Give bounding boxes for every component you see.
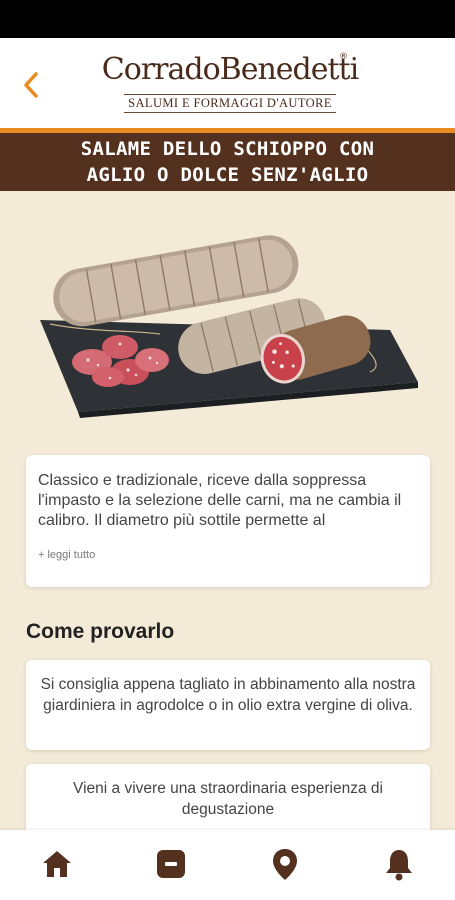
- nav-location[interactable]: [267, 846, 303, 882]
- product-title: SALAME DELLO SCHIOPPO CON AGLIO O DOLCE …: [81, 136, 374, 188]
- serving-tip-card: Si consiglia appena tagliato in abbiname…: [26, 660, 430, 750]
- app-header: CorradoBenedetti ® SALUMI E FORMAGGI D'A…: [0, 38, 455, 130]
- product-image: [30, 212, 430, 422]
- product-title-line-1: SALAME DELLO SCHIOPPO CON: [80, 138, 375, 160]
- registered-mark: ®: [339, 52, 348, 62]
- brand-name: CorradoBenedetti: [101, 52, 359, 87]
- serving-tip-text: Si consiglia appena tagliato in abbiname…: [40, 676, 416, 714]
- product-description: Classico e tradizionale, riceve dalla so…: [38, 472, 402, 529]
- experience-text: Vieni a vivere una straordinaria esperie…: [73, 780, 383, 818]
- brand-logo: CorradoBenedetti ® SALUMI E FORMAGGI D'A…: [100, 48, 360, 126]
- home-icon: [43, 851, 71, 877]
- nav-catalog[interactable]: [153, 846, 189, 882]
- read-more-link[interactable]: + leggi tutto: [38, 549, 95, 561]
- description-card: Classico e tradizionale, riceve dalla so…: [26, 455, 430, 587]
- nav-home[interactable]: [39, 846, 75, 882]
- location-pin-icon: [273, 849, 297, 880]
- how-to-heading: Come provarlo: [26, 620, 175, 643]
- product-title-line-2: AGLIO O DOLCE SENZ'AGLIO: [86, 164, 369, 186]
- nav-notifications[interactable]: [381, 846, 417, 882]
- status-bar: [0, 0, 455, 38]
- chevron-left-icon: [24, 72, 38, 98]
- back-button[interactable]: [18, 68, 48, 102]
- catalog-icon: [157, 850, 185, 878]
- bottom-navigation: [0, 830, 455, 900]
- brand-tagline: SALUMI E FORMAGGI D'AUTORE: [124, 94, 336, 113]
- bell-icon: [386, 850, 412, 881]
- product-title-band: SALAME DELLO SCHIOPPO CON AGLIO O DOLCE …: [0, 133, 455, 191]
